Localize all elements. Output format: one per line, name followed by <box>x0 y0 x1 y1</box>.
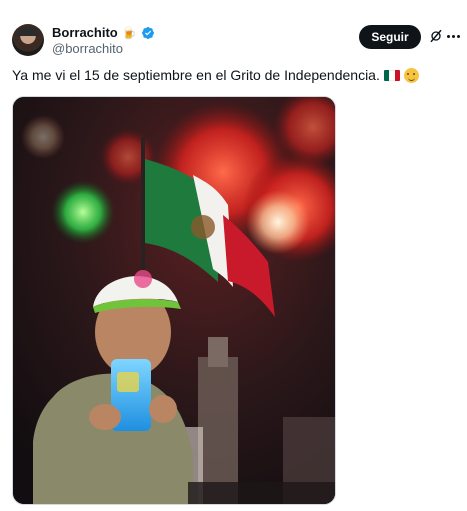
face-holding-back-tears-emoji <box>403 67 419 83</box>
tweet-text: Ya me vi el 15 de septiembre en el Grito… <box>12 67 419 83</box>
author-name-row: Borrachito 🍺 <box>52 25 155 40</box>
more-options-icon[interactable] <box>447 30 463 42</box>
author-handle[interactable]: @borrachito <box>52 41 123 56</box>
mexico-flag-emoji <box>383 69 400 81</box>
verified-badge-icon[interactable] <box>141 26 155 40</box>
tweet-card: Borrachito 🍺 @borrachito Seguir Ya me vi… <box>0 0 467 511</box>
tweet-photo[interactable] <box>12 96 336 505</box>
author-avatar[interactable] <box>12 24 44 56</box>
follow-button[interactable]: Seguir <box>359 25 421 49</box>
fireworks-photo <box>13 97 335 504</box>
beer-emoji: 🍺 <box>121 25 137 40</box>
avatar-hat-shape <box>17 27 39 36</box>
grok-icon[interactable] <box>428 28 444 44</box>
tweet-body: Ya me vi el 15 de septiembre en el Grito… <box>12 67 380 83</box>
author-display-name[interactable]: Borrachito <box>52 25 118 40</box>
